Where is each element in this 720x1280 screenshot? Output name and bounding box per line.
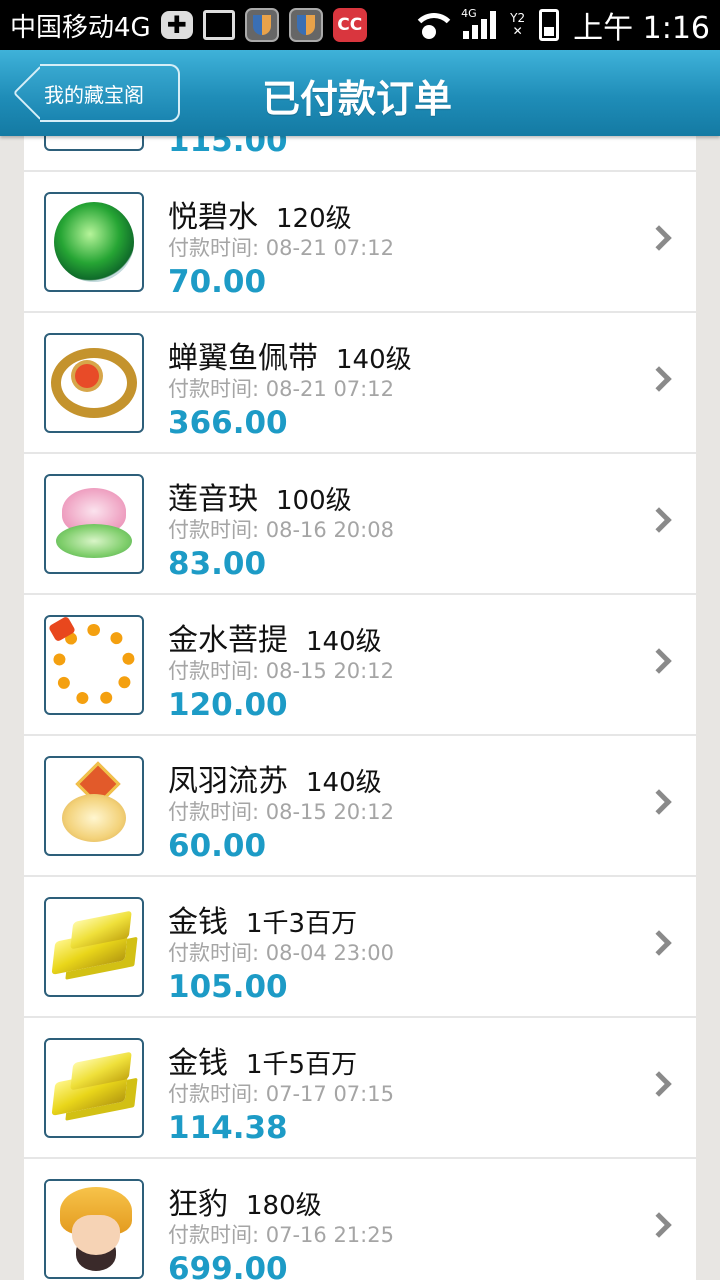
order-list[interactable]: 115.00 悦碧水 120级 付款时间: 08-21 07:12 70.00 蝉翼鱼佩带… [24, 136, 696, 1280]
security-shield-icon [244, 8, 279, 42]
payment-time: 付款时间: 07-16 21:25 [168, 1223, 394, 1247]
back-button-label: 我的藏宝阁 [40, 64, 180, 122]
payment-time: 付款时间: 08-21 07:12 [168, 236, 394, 260]
notification-icons: ✚ CC [160, 8, 367, 42]
item-level: 140级 [306, 627, 382, 657]
status-bar: 中国移动4G ✚ CC 4G Y2 ✕ 上午 1:16 [0, 0, 720, 50]
payment-time: 付款时间: 08-21 07:12 [168, 377, 394, 401]
image-notification-icon [202, 10, 235, 40]
plus-notification-icon: ✚ [160, 11, 193, 39]
page-title: 已付款订单 [262, 77, 453, 121]
item-price: 120.00 [168, 687, 288, 723]
order-row[interactable]: 莲音玦 100级 付款时间: 08-16 20:08 83.00 [24, 454, 696, 595]
cc-app-icon: CC [332, 8, 367, 42]
item-thumbnail [44, 615, 144, 715]
gold-bars-icon [51, 912, 137, 982]
back-button[interactable]: 我的藏宝阁 [12, 64, 180, 122]
belt-icon [51, 348, 137, 418]
chevron-right-icon [646, 507, 672, 533]
hero-portrait-icon [46, 1181, 142, 1277]
battery-icon [539, 9, 560, 41]
chevron-right-icon [646, 930, 672, 956]
item-title-line: 金水菩提 140级 [168, 615, 382, 659]
item-title-line: 金钱 1千3百万 [168, 897, 357, 941]
item-price: 60.00 [168, 828, 267, 864]
prayer-beads-icon [53, 624, 135, 706]
order-row[interactable]: 悦碧水 120级 付款时间: 08-21 07:12 70.00 [24, 172, 696, 313]
item-name: 金钱 [168, 905, 228, 940]
status-right: 4G Y2 ✕ 上午 1:16 [409, 3, 710, 47]
item-price: 366.00 [168, 405, 288, 441]
item-level: 100级 [276, 486, 352, 516]
chevron-right-icon [646, 789, 672, 815]
item-level: 180级 [246, 1191, 322, 1221]
wifi-icon [409, 11, 458, 39]
item-thumbnail [44, 136, 144, 151]
sim-status-icon: Y2 ✕ [510, 11, 526, 38]
order-row[interactable]: 金钱 1千5百万 付款时间: 07-17 07:15 114.38 [24, 1018, 696, 1159]
chevron-right-icon [646, 366, 672, 392]
item-name: 莲音玦 [168, 482, 258, 517]
item-title-line: 金钱 1千5百万 [168, 1038, 357, 1082]
item-level: 1千3百万 [246, 909, 358, 939]
payment-time: 付款时间: 08-15 20:12 [168, 659, 394, 683]
item-title-line: 狂豹 180级 [168, 1179, 322, 1223]
item-name: 悦碧水 [168, 200, 258, 235]
security-shield-icon-2 [288, 8, 323, 42]
phoenix-charm-icon [52, 764, 136, 848]
clock: 上午 1:16 [573, 11, 710, 46]
item-name: 凤羽流苏 [168, 764, 288, 799]
gold-bars-icon [51, 1053, 137, 1123]
item-thumbnail [44, 192, 144, 292]
item-price: 83.00 [168, 546, 267, 582]
lotus-icon [52, 484, 136, 564]
item-thumbnail [44, 756, 144, 856]
jade-ring-icon [54, 202, 134, 282]
item-price: 114.38 [168, 1110, 288, 1146]
item-price: 105.00 [168, 969, 288, 1005]
order-row[interactable]: 蝉翼鱼佩带 140级 付款时间: 08-21 07:12 366.00 [24, 313, 696, 454]
chevron-right-icon [646, 648, 672, 674]
chevron-right-icon [646, 1212, 672, 1238]
chevron-right-icon [646, 225, 672, 251]
chevron-right-icon [646, 1071, 672, 1097]
item-name: 蝉翼鱼佩带 [168, 341, 318, 376]
item-name: 金水菩提 [168, 623, 288, 658]
payment-time: 付款时间: 07-17 07:15 [168, 1082, 394, 1106]
item-name: 狂豹 [168, 1187, 228, 1222]
item-title-line: 悦碧水 120级 [168, 192, 352, 236]
item-title-line: 莲音玦 100级 [168, 474, 352, 518]
item-thumbnail [44, 474, 144, 574]
item-level: 120级 [276, 204, 352, 234]
item-name: 金钱 [168, 1046, 228, 1081]
order-row[interactable]: 金钱 1千3百万 付款时间: 08-04 23:00 105.00 [24, 877, 696, 1018]
item-thumbnail [44, 1179, 144, 1279]
order-row[interactable]: 凤羽流苏 140级 付款时间: 08-15 20:12 60.00 [24, 736, 696, 877]
item-price: 70.00 [168, 264, 267, 300]
order-row[interactable]: 狂豹 180级 付款时间: 07-16 21:25 699.00 [24, 1159, 696, 1280]
item-title-line: 蝉翼鱼佩带 140级 [168, 333, 412, 377]
item-title-line: 凤羽流苏 140级 [168, 756, 382, 800]
order-list-inner: 115.00 悦碧水 120级 付款时间: 08-21 07:12 70.00 蝉翼鱼佩带… [24, 136, 696, 1280]
item-thumbnail [44, 897, 144, 997]
item-price: 115.00 [168, 136, 288, 159]
order-row[interactable]: 金水菩提 140级 付款时间: 08-15 20:12 120.00 [24, 595, 696, 736]
item-price: 699.00 [168, 1251, 288, 1280]
payment-time: 付款时间: 08-15 20:12 [168, 800, 394, 824]
item-level: 1千5百万 [246, 1050, 358, 1080]
signal-4g-icon: 4G [461, 7, 497, 39]
network-type-label: 4G [461, 7, 477, 20]
payment-time: 付款时间: 08-16 20:08 [168, 518, 394, 542]
item-level: 140级 [336, 345, 412, 375]
carrier-label: 中国移动4G [10, 12, 151, 43]
payment-time: 付款时间: 08-04 23:00 [168, 941, 394, 965]
item-thumbnail [44, 333, 144, 433]
app-header: 我的藏宝阁 已付款订单 [0, 50, 720, 136]
order-row[interactable]: 115.00 [24, 136, 696, 172]
item-thumbnail [44, 1038, 144, 1138]
item-level: 140级 [306, 768, 382, 798]
